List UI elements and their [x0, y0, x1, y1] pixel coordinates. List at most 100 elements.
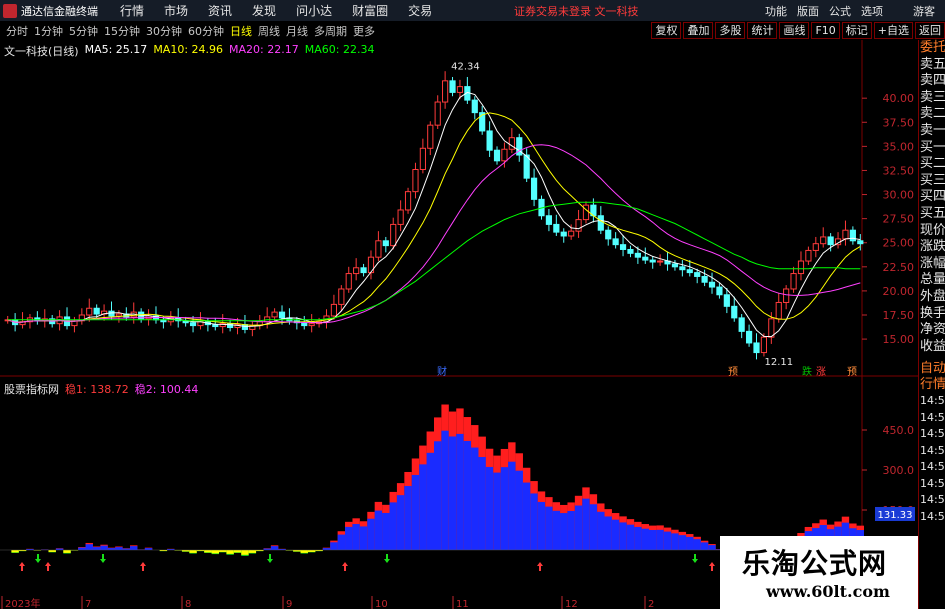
period-more[interactable]: 更多 — [353, 23, 375, 39]
indicator-bar-blue — [448, 436, 457, 550]
candle-body — [619, 244, 627, 250]
right-panel-item[interactable]: 外盘 — [919, 289, 945, 306]
indicator-bar-blue — [530, 493, 538, 550]
multi-stock-button[interactable]: 多股 — [715, 22, 746, 39]
candle-body — [189, 322, 197, 327]
period-multi[interactable]: 多周期 — [314, 23, 347, 39]
candle-body — [301, 322, 308, 327]
right-panel-item[interactable]: 卖一 — [919, 123, 945, 140]
right-panel-item[interactable]: 现价 — [919, 223, 945, 240]
high-price-label: 42.34 — [451, 61, 480, 72]
candle-body — [93, 307, 100, 315]
indicator-bar-blue — [611, 519, 620, 550]
candle-body — [827, 236, 834, 246]
candle-body — [708, 281, 716, 288]
period-1min[interactable]: 1分钟 — [34, 23, 63, 39]
back-button[interactable]: 返回 — [915, 22, 945, 39]
right-panel-item[interactable]: 卖四 — [919, 73, 945, 90]
draw-line-button[interactable]: 画线 — [779, 22, 810, 39]
period-30min[interactable]: 30分钟 — [146, 23, 182, 39]
right-panel-sub-item: 自动 — [920, 361, 945, 377]
menu-ask[interactable]: 问小达 — [296, 2, 332, 19]
indicator-bar-blue — [493, 472, 501, 550]
right-panel-item[interactable]: 涨幅 — [919, 256, 945, 273]
period-60min[interactable]: 60分钟 — [188, 23, 224, 39]
indicator-bar-blue — [700, 542, 709, 550]
right-panel-item[interactable]: 卖三 — [919, 90, 945, 107]
period-daily[interactable]: 日线 — [230, 23, 252, 39]
signal-marker: 跌 — [802, 365, 812, 378]
menu-discover[interactable]: 发现 — [252, 2, 276, 19]
watermark-title: 乐淘公式网 — [742, 547, 888, 580]
period-tick[interactable]: 分时 — [6, 23, 28, 39]
app-logo-icon — [3, 3, 17, 18]
indicator-bar-yellow — [219, 550, 227, 552]
indicator-bar-blue — [404, 486, 412, 550]
right-panel-item[interactable]: 买四 — [919, 189, 945, 206]
indicator-bar-blue — [107, 548, 116, 550]
mark-button[interactable]: 标记 — [841, 22, 872, 39]
candle-body — [605, 229, 612, 240]
overlay-button[interactable]: 叠加 — [683, 22, 714, 39]
main-kline-chart[interactable]: 40.00 37.50 35.00 32.50 30.00 27.50 25.00 22.50… — [0, 40, 918, 378]
period-5min[interactable]: 5分钟 — [69, 23, 98, 39]
candle-body — [820, 236, 827, 245]
title-bar: 通达信金融终端 行情 市场 资讯 发现 问小达 财富圈 交易 证券交易未登录 文… — [0, 0, 945, 21]
indicator-bar-blue — [92, 547, 101, 550]
price-tick-label: 37.50 — [883, 116, 915, 129]
candle-body — [493, 149, 501, 162]
menu-quotes[interactable]: 行情 — [120, 2, 144, 19]
right-panel-item[interactable]: 卖二 — [919, 106, 945, 123]
indicator-info-bar: 股票指标网 稳1: 138.72 稳2: 100.44 — [4, 381, 198, 397]
formula-button[interactable]: 公式 — [829, 3, 851, 19]
right-panel-item[interactable]: 净资 — [919, 322, 945, 339]
indicator-bar-blue — [434, 441, 442, 550]
indicator-bar-blue — [574, 505, 583, 550]
period-bar: 分时 1分钟 5分钟 15分钟 30分钟 60分钟 日线 周线 月线 多周期 更… — [0, 21, 945, 41]
candle-body — [738, 317, 745, 332]
right-panel-item[interactable]: 买二 — [919, 156, 945, 173]
indicator-bar-blue — [130, 546, 138, 550]
add-watchlist-button[interactable]: +自选 — [873, 22, 913, 39]
right-panel-item[interactable]: 买三 — [919, 173, 945, 190]
menu-wealth[interactable]: 财富圈 — [352, 2, 388, 19]
menu-market[interactable]: 市场 — [164, 2, 188, 19]
candle-body — [627, 248, 634, 254]
price-tick-label: 22.50 — [883, 261, 915, 274]
candle-body — [790, 273, 797, 290]
right-panel-item[interactable]: 委托 — [919, 40, 945, 57]
menu-trade[interactable]: 交易 — [408, 2, 432, 19]
right-panel-item[interactable]: 卖五 — [919, 57, 945, 74]
candle-body — [501, 148, 508, 162]
stats-button[interactable]: 统计 — [747, 22, 778, 39]
period-monthly[interactable]: 月线 — [286, 23, 308, 39]
indicator-bar-blue — [597, 511, 605, 550]
right-panel-item[interactable]: 总量 — [919, 272, 945, 289]
right-panel-item[interactable]: 买一 — [919, 140, 945, 157]
indicator-bar-yellow — [248, 550, 257, 553]
indicator-bar-blue — [560, 513, 568, 550]
period-weekly[interactable]: 周线 — [258, 23, 280, 39]
right-panel-item[interactable]: 收益 — [919, 339, 945, 356]
guest-button[interactable]: 游客 — [913, 3, 935, 19]
indicator-bar-blue — [411, 474, 420, 550]
layout-button[interactable]: 版面 — [797, 3, 819, 19]
f10-button[interactable]: F10 — [811, 22, 840, 39]
menu-news[interactable]: 资讯 — [208, 2, 232, 19]
low-price-label: 12.11 — [765, 357, 794, 368]
candle-body — [115, 313, 123, 317]
right-panel-item[interactable]: 换手 — [919, 306, 945, 323]
date-tick-label: 2023年 — [5, 597, 40, 609]
period-15min[interactable]: 15分钟 — [104, 23, 140, 39]
function-button[interactable]: 功能 — [765, 3, 787, 19]
indicator-bar-blue — [367, 518, 375, 550]
adjust-button[interactable]: 复权 — [651, 22, 682, 39]
indicator-bar-yellow — [226, 550, 234, 554]
indicator-bar-blue — [641, 528, 649, 550]
candle-body — [694, 272, 701, 277]
right-panel-item[interactable]: 涨跌 — [919, 239, 945, 256]
right-panel-item[interactable]: 买五 — [919, 206, 945, 223]
candle-body — [86, 307, 93, 316]
options-button[interactable]: 选项 — [861, 3, 883, 19]
date-tick-label: 8 — [185, 599, 191, 609]
